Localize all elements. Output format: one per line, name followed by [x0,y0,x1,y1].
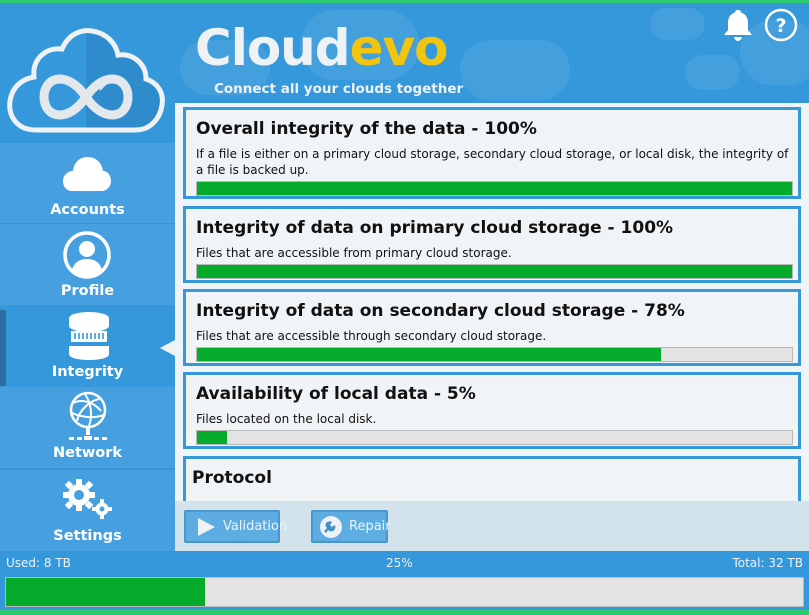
play-icon [198,518,215,536]
integrity-card-local: Availability of local data - 5% Files lo… [183,372,801,449]
logo [0,3,175,143]
sidebar-item-settings[interactable]: Settings [0,470,175,551]
card-description: Files that are accessible from primary c… [196,246,512,260]
background-cloud [650,8,705,40]
storage-percent: 25% [386,556,413,570]
integrity-card-primary: Integrity of data on primary cloud stora… [183,206,801,283]
repair-button[interactable]: Repair [311,510,391,543]
card-title: Protocol [192,468,272,488]
integrity-card-secondary: Integrity of data on secondary cloud sto… [183,289,801,366]
progress-bar [196,430,793,445]
progress-bar [196,181,793,196]
validation-button[interactable]: Validation [184,510,287,543]
progress-bar [196,264,793,279]
card-title: Integrity of data on secondary cloud sto… [196,301,685,321]
progress-bar [196,347,793,362]
repair-wrench-icon [320,516,342,538]
help-icon: ? [764,8,798,42]
background-cloud [685,55,740,90]
sidebar-item-network[interactable]: Network [0,387,175,468]
brand-title-part1: Cloud [195,19,351,77]
sidebar-item-label: Integrity [51,364,124,380]
validation-button-label: Validation [223,519,288,534]
gears-icon [63,479,112,519]
card-description: Files that are accessible through second… [196,329,547,343]
sidebar-item-label: Settings [53,528,122,544]
active-item-pointer [160,340,175,356]
cloud-icon [63,157,111,191]
sidebar-item-profile[interactable]: Profile [0,224,175,305]
brand-title: Cloudevo [195,18,449,78]
card-description: Files located on the local disk. [196,412,377,426]
notifications-button[interactable] [722,8,754,46]
progress-fill [197,265,792,278]
brand-title-part2: evo [349,19,449,77]
progress-fill [197,182,792,195]
bottom-accent-stripe [0,610,809,615]
database-icon [69,312,109,360]
bell-icon [724,10,752,41]
storage-progress-fill [6,578,206,606]
integrity-panel: Overall integrity of the data - 100% If … [175,103,809,516]
repair-button-label: Repair [349,519,391,534]
card-title: Integrity of data on primary cloud stora… [196,218,674,238]
sidebar-item-label: Accounts [50,202,125,218]
card-description: If a file is either on a primary cloud s… [196,147,789,177]
storage-footer: Used: 8 TB 25% Total: 32 TB [0,551,809,610]
help-button[interactable]: ? [764,8,798,46]
user-icon [63,231,111,279]
progress-fill [197,431,227,444]
card-title: Availability of local data - 5% [196,384,476,404]
sidebar-item-label: Network [52,445,123,461]
storage-progress-bar [5,577,804,607]
tagline: Connect all your clouds together [214,81,464,97]
sidebar-item-accounts[interactable]: Accounts [0,143,175,223]
storage-total: Total: 32 TB [732,556,803,570]
integrity-card-overall: Overall integrity of the data - 100% If … [183,107,801,199]
cloud-infinity-logo-icon [7,28,165,133]
card-title: Overall integrity of the data - 100% [196,119,537,139]
background-cloud [460,40,570,100]
storage-used: Used: 8 TB [6,556,71,570]
sidebar-item-integrity[interactable]: Integrity [0,305,175,387]
action-bar: Validation Repair [175,501,809,551]
sidebar: Accounts Profile Integrity Network Setti… [0,143,175,551]
progress-fill [197,348,662,361]
sidebar-item-label: Profile [60,283,115,299]
svg-text:?: ? [775,15,786,37]
globe-network-icon [69,391,107,440]
